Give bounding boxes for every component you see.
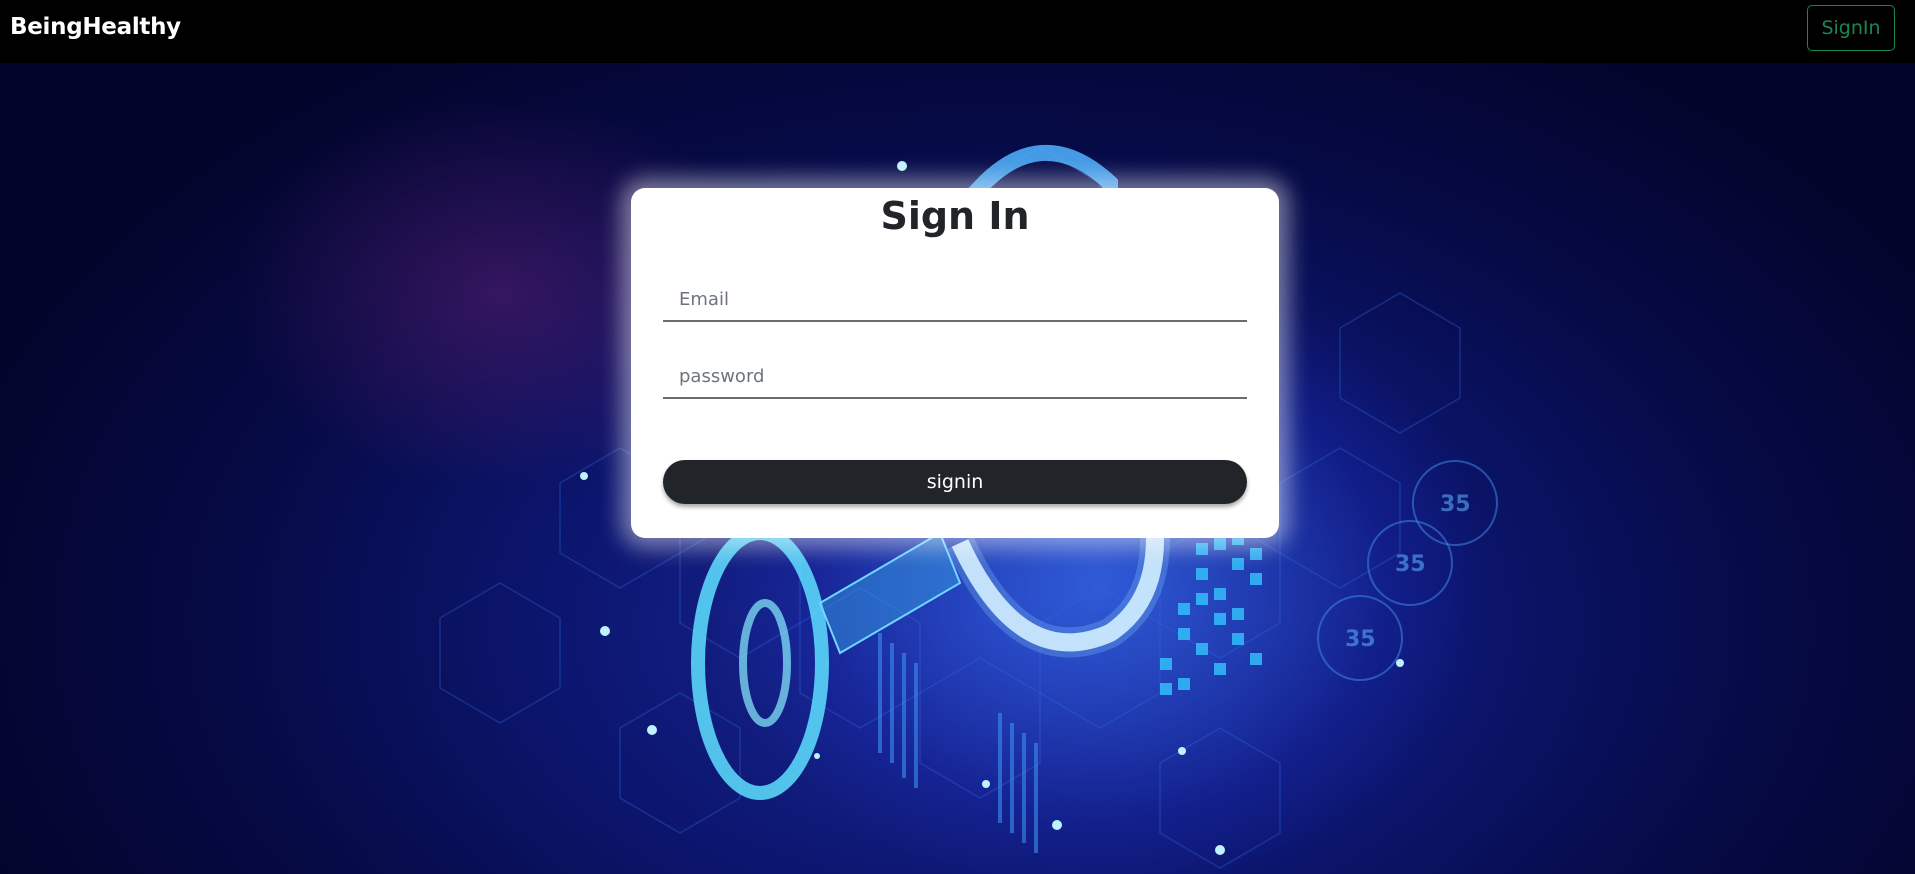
email-input[interactable]: [663, 278, 1247, 322]
password-input[interactable]: [663, 355, 1247, 399]
brand-logo-text[interactable]: BeingHealthy: [10, 14, 181, 40]
form-title: Sign In: [880, 194, 1030, 238]
signin-card: Sign In signin: [631, 188, 1279, 538]
top-navbar: BeingHealthy SignIn: [0, 0, 1915, 63]
nav-signin-button[interactable]: SignIn: [1807, 5, 1895, 51]
dial-number: 35: [1395, 552, 1426, 577]
dial-number: 35: [1345, 627, 1376, 652]
signin-submit-button[interactable]: signin: [663, 460, 1247, 504]
dial-number: 35: [1440, 492, 1471, 517]
